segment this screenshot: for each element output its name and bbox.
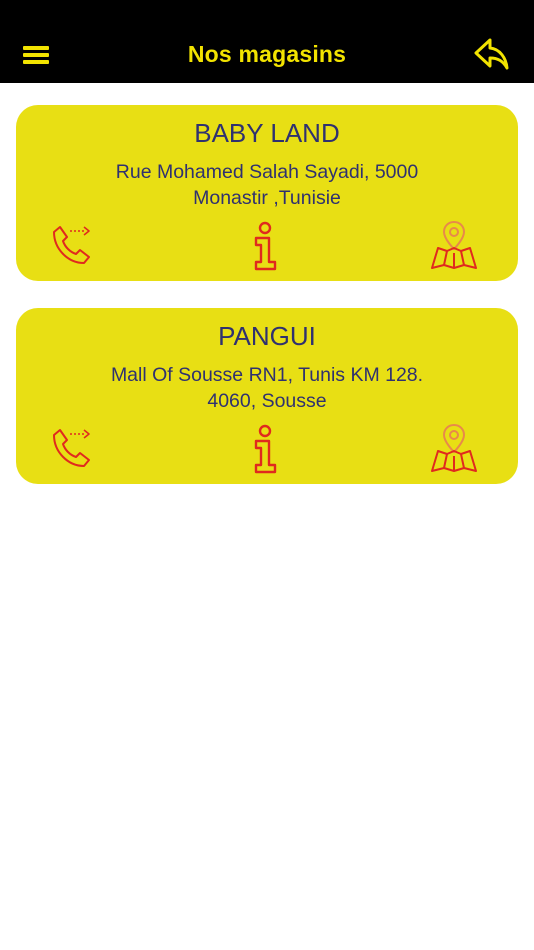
map-location-icon — [431, 220, 477, 269]
store-card[interactable]: BABY LAND Rue Mohamed Salah Sayadi, 5000… — [16, 105, 518, 281]
store-address-line: Monastir ,Tunisie — [193, 187, 341, 209]
call-button[interactable] — [46, 423, 96, 475]
back-button[interactable] — [470, 36, 512, 72]
map-button[interactable] — [428, 423, 480, 475]
map-button[interactable] — [428, 220, 480, 272]
info-button[interactable] — [250, 423, 280, 475]
reply-arrow-icon — [474, 38, 509, 70]
info-button[interactable] — [250, 220, 280, 272]
store-card[interactable]: PANGUI Mall Of Sousse RN1, Tunis KM 128.… — [16, 308, 518, 484]
store-address-line: Mall Of Sousse RN1, Tunis KM 128. — [110, 364, 424, 386]
store-address-line: 4060, Sousse — [207, 390, 327, 412]
store-address: Mall Of Sousse RN1, Tunis KM 128. 4060, … — [56, 362, 478, 414]
phone-call-icon — [53, 429, 90, 467]
store-name: PANGUI — [218, 321, 316, 351]
app-screen: Nos magasins BABY LAND Rue Mohamed Salah… — [0, 0, 534, 950]
phone-call-icon — [53, 226, 90, 264]
top-bar: Nos magasins — [0, 0, 534, 83]
info-icon — [254, 424, 277, 474]
page-title: Nos magasins — [187, 41, 347, 67]
store-name: BABY LAND — [194, 118, 340, 148]
call-button[interactable] — [46, 220, 96, 272]
store-address: Rue Mohamed Salah Sayadi, 5000 Monastir … — [56, 159, 478, 211]
info-icon — [254, 221, 277, 271]
map-location-icon — [431, 423, 477, 472]
store-address-line: Rue Mohamed Salah Sayadi, 5000 — [115, 161, 419, 183]
